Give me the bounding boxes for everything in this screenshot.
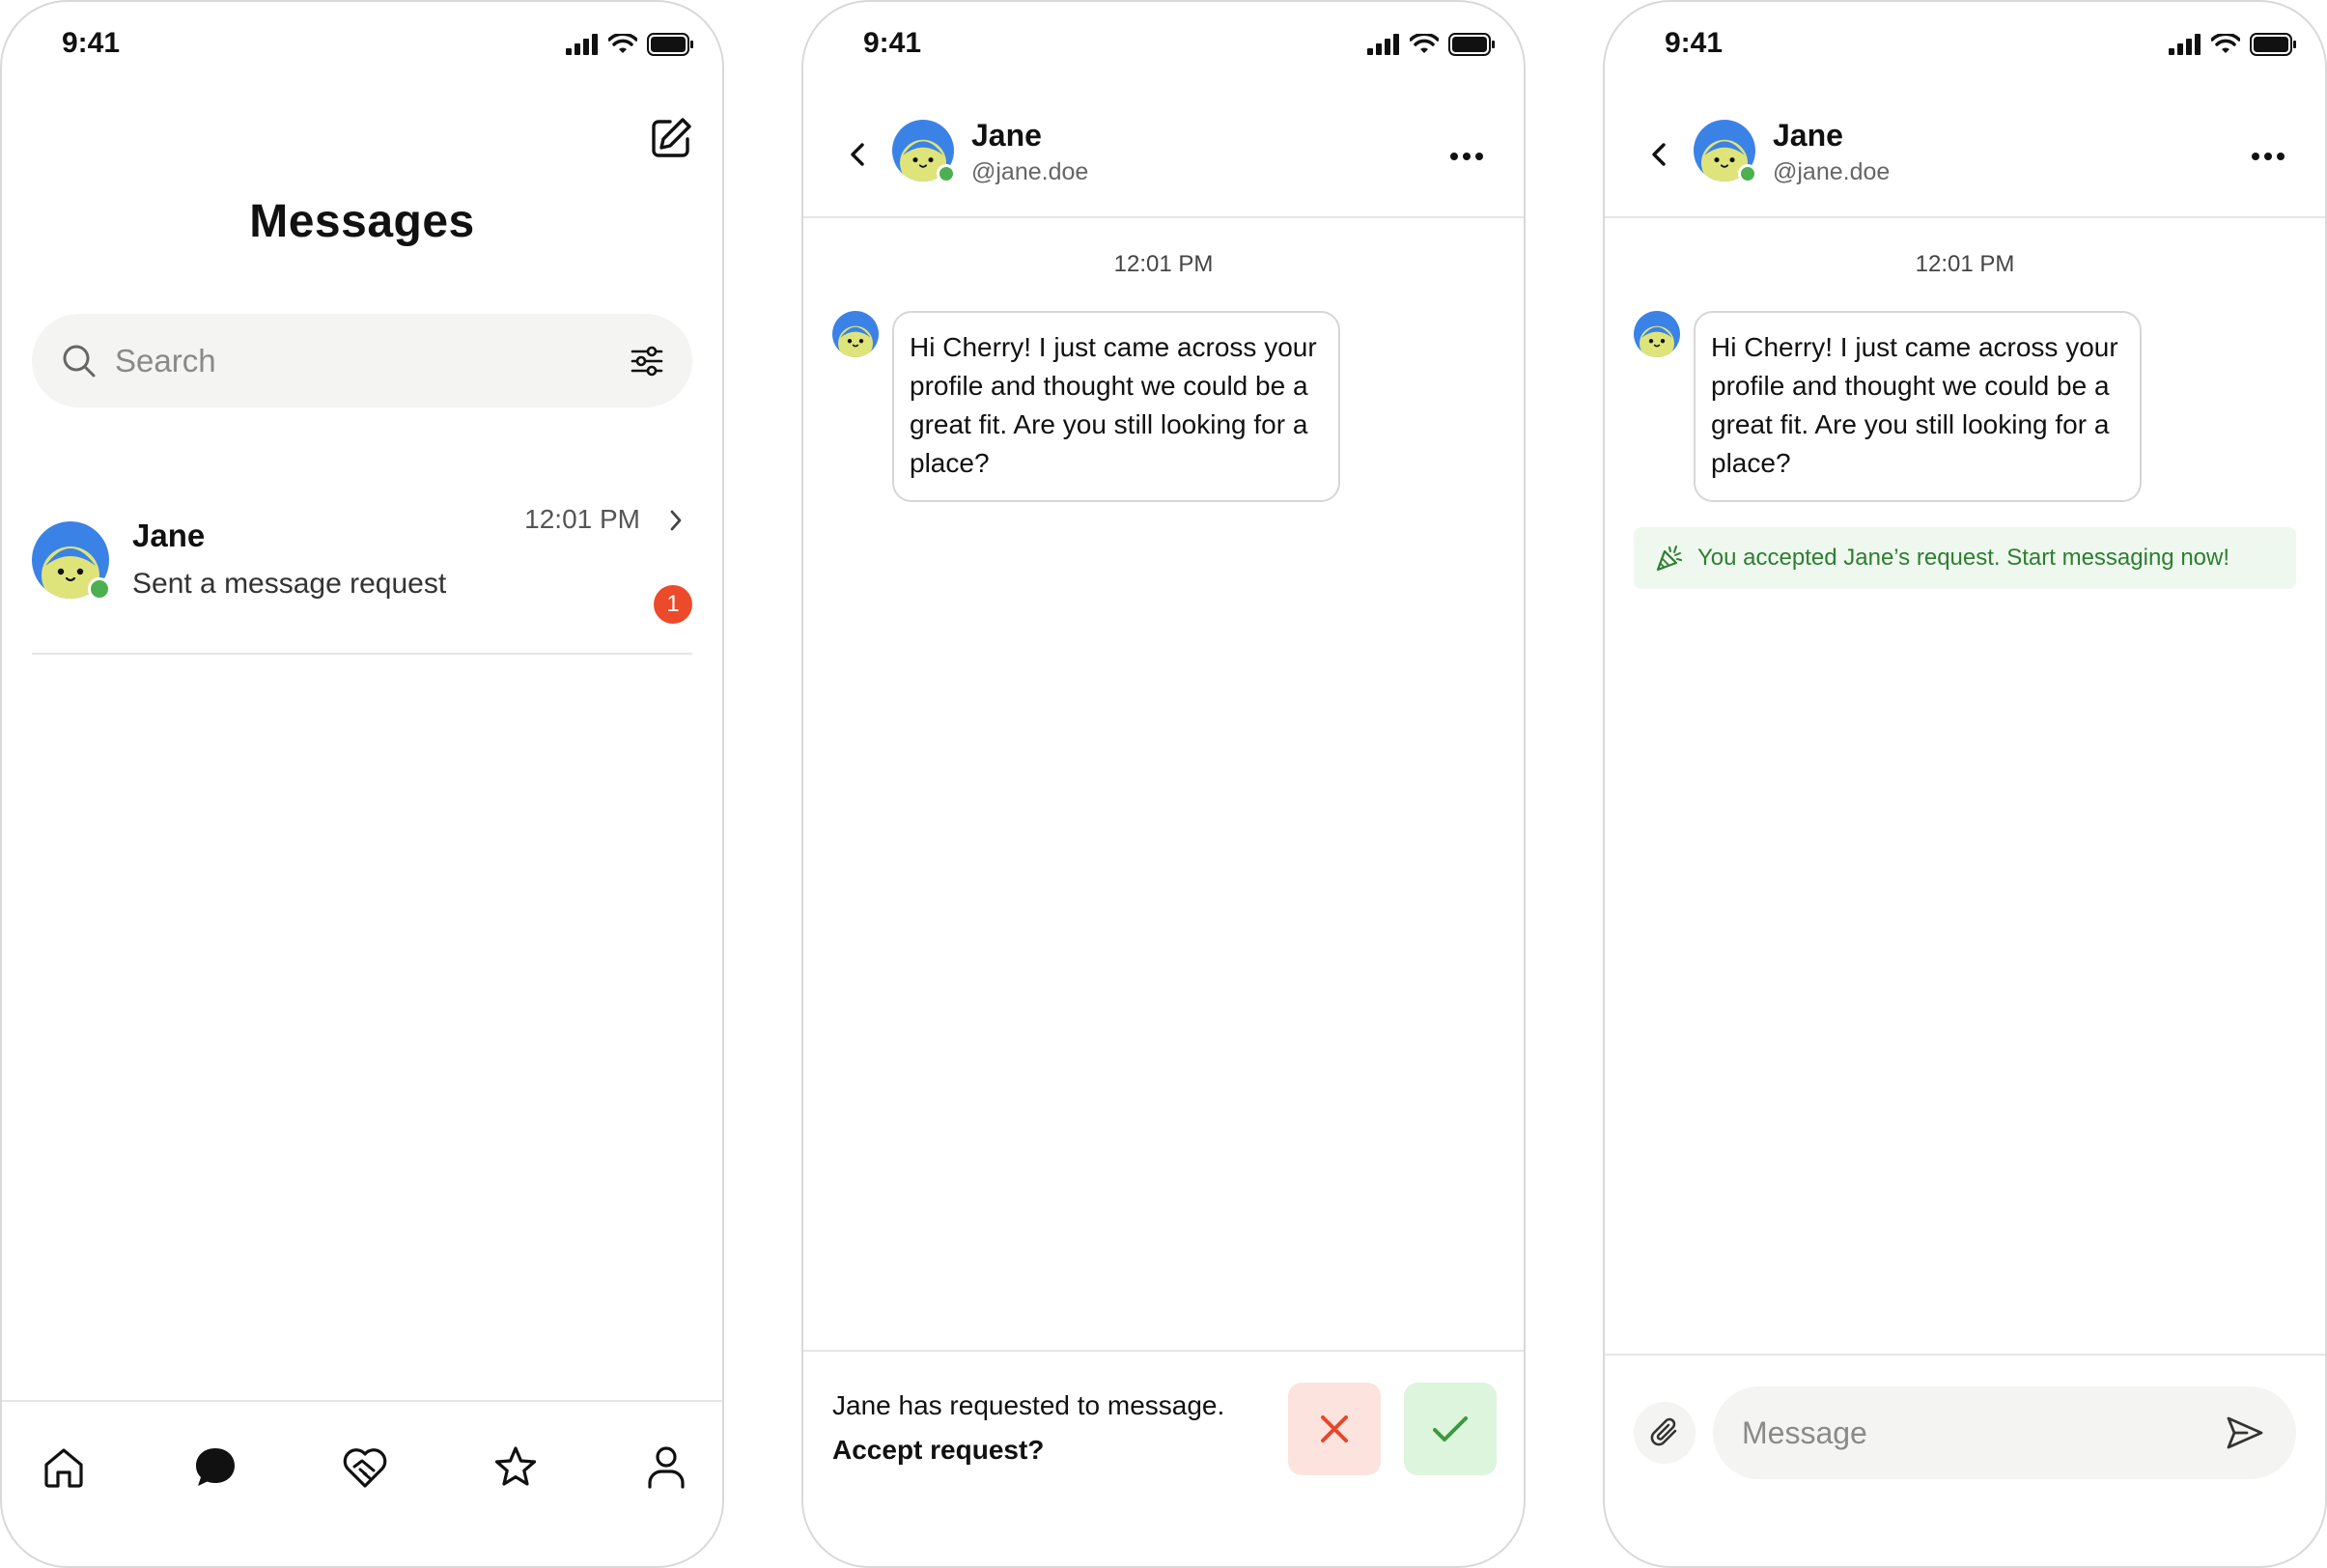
message-request-bar: Jane has requested to message. Accept re… <box>803 1350 1524 1566</box>
battery-icon <box>2250 33 2296 56</box>
back-button[interactable] <box>838 135 877 174</box>
bottom-tab-bar <box>2 1400 722 1566</box>
status-bar: 9:41 <box>1605 2 2325 89</box>
contact-handle: @jane.doe <box>971 158 1089 185</box>
avatar <box>1634 311 1680 357</box>
send-button[interactable] <box>2221 1409 2269 1457</box>
chat-header: Jane @jane.doe <box>1605 98 2325 218</box>
contact-name: Jane <box>971 118 1042 153</box>
message-input[interactable] <box>1742 1414 2221 1451</box>
star-icon <box>494 1446 537 1486</box>
avatar[interactable] <box>892 120 956 183</box>
search-input[interactable] <box>115 342 631 379</box>
more-horizontal-icon <box>1450 153 1483 160</box>
chevron-left-icon <box>1652 143 1666 166</box>
wifi-icon <box>2211 34 2240 53</box>
messages-list-screen: 9:41 Messages Jane Sent a message reques… <box>0 0 724 1568</box>
contact-handle: @jane.doe <box>1773 158 1891 185</box>
request-accepted-notice: You accepted Jane’s request. Start messa… <box>1634 527 2296 589</box>
more-horizontal-icon <box>2252 153 2285 160</box>
status-bar: 9:41 <box>2 2 722 89</box>
more-options-button[interactable] <box>1443 137 1491 176</box>
home-icon <box>44 1448 83 1488</box>
wifi-icon <box>1410 34 1439 53</box>
tab-profile[interactable] <box>637 1439 695 1497</box>
message-bubble: Hi Cherry! I just came across your profi… <box>1694 311 2142 502</box>
tab-home[interactable] <box>35 1439 93 1497</box>
chat-screen: 9:41 Jane @jane.doe 12:01 PM Hi Cherry! … <box>1603 0 2327 1568</box>
chat-header: Jane @jane.doe <box>803 98 1524 218</box>
avatar <box>32 521 111 601</box>
messages-icon <box>196 1448 235 1486</box>
message-bubble: Hi Cherry! I just came across your profi… <box>892 311 1340 502</box>
compose-icon <box>652 118 691 157</box>
notice-text: You accepted Jane’s request. Start messa… <box>1697 545 2230 571</box>
battery-icon <box>1448 33 1495 56</box>
status-bar: 9:41 <box>803 2 1524 89</box>
heart-handshake-icon <box>343 1448 387 1488</box>
filter-sliders-icon[interactable] <box>631 346 663 377</box>
battery-icon <box>647 33 693 56</box>
checkmark-icon <box>1433 1416 1468 1442</box>
chevron-left-icon <box>851 143 864 166</box>
status-time: 9:41 <box>1665 27 1724 59</box>
decline-button[interactable] <box>1288 1383 1381 1475</box>
close-icon <box>1321 1415 1348 1442</box>
page-title: Messages <box>249 196 475 247</box>
conversation-preview: Sent a message request <box>132 568 447 600</box>
search-icon <box>63 345 96 377</box>
cellular-signal-icon <box>566 34 598 55</box>
avatar-face-icon <box>832 311 879 357</box>
send-icon <box>2227 1416 2263 1449</box>
online-indicator <box>1738 164 1757 183</box>
cellular-signal-icon <box>1367 34 1399 55</box>
contact-name: Jane <box>1773 118 1843 153</box>
conversation-item[interactable]: Jane Sent a message request 12:01 PM 1 <box>32 504 692 655</box>
tab-favorites[interactable] <box>487 1439 545 1497</box>
avatar <box>832 311 879 357</box>
message-request-screen: 9:41 Jane @jane.doe 12:01 PM Hi Cherry! … <box>801 0 1526 1568</box>
conversation-name: Jane <box>132 518 206 553</box>
online-indicator <box>937 164 956 183</box>
avatar-face-icon <box>1634 311 1680 357</box>
cellular-signal-icon <box>2169 34 2201 55</box>
online-indicator <box>88 577 111 601</box>
tab-messages[interactable] <box>186 1439 244 1497</box>
message-timestamp: 12:01 PM <box>1915 251 2015 277</box>
request-question: Accept request? <box>832 1435 1045 1465</box>
avatar[interactable] <box>1694 120 1757 183</box>
unread-badge: 1 <box>654 585 692 624</box>
back-button[interactable] <box>1640 135 1678 174</box>
status-time: 9:41 <box>863 27 922 59</box>
paperclip-icon <box>1650 1417 1677 1446</box>
message-timestamp: 12:01 PM <box>1113 251 1214 277</box>
conversation-time: 12:01 PM <box>524 504 640 534</box>
message-input-wrapper <box>1713 1386 2296 1479</box>
tab-matches[interactable] <box>336 1439 394 1497</box>
compose-button[interactable] <box>647 114 695 162</box>
more-options-button[interactable] <box>2244 137 2292 176</box>
accept-button[interactable] <box>1404 1383 1497 1475</box>
party-popper-icon <box>1656 546 1682 572</box>
attach-button[interactable] <box>1634 1402 1696 1464</box>
wifi-icon <box>608 34 637 53</box>
request-text: Jane has requested to message. <box>832 1390 1225 1420</box>
status-time: 9:41 <box>62 27 121 59</box>
search-bar[interactable] <box>32 314 692 407</box>
message-composer <box>1605 1354 2325 1566</box>
chevron-right-icon <box>670 510 682 531</box>
profile-icon <box>648 1446 685 1489</box>
